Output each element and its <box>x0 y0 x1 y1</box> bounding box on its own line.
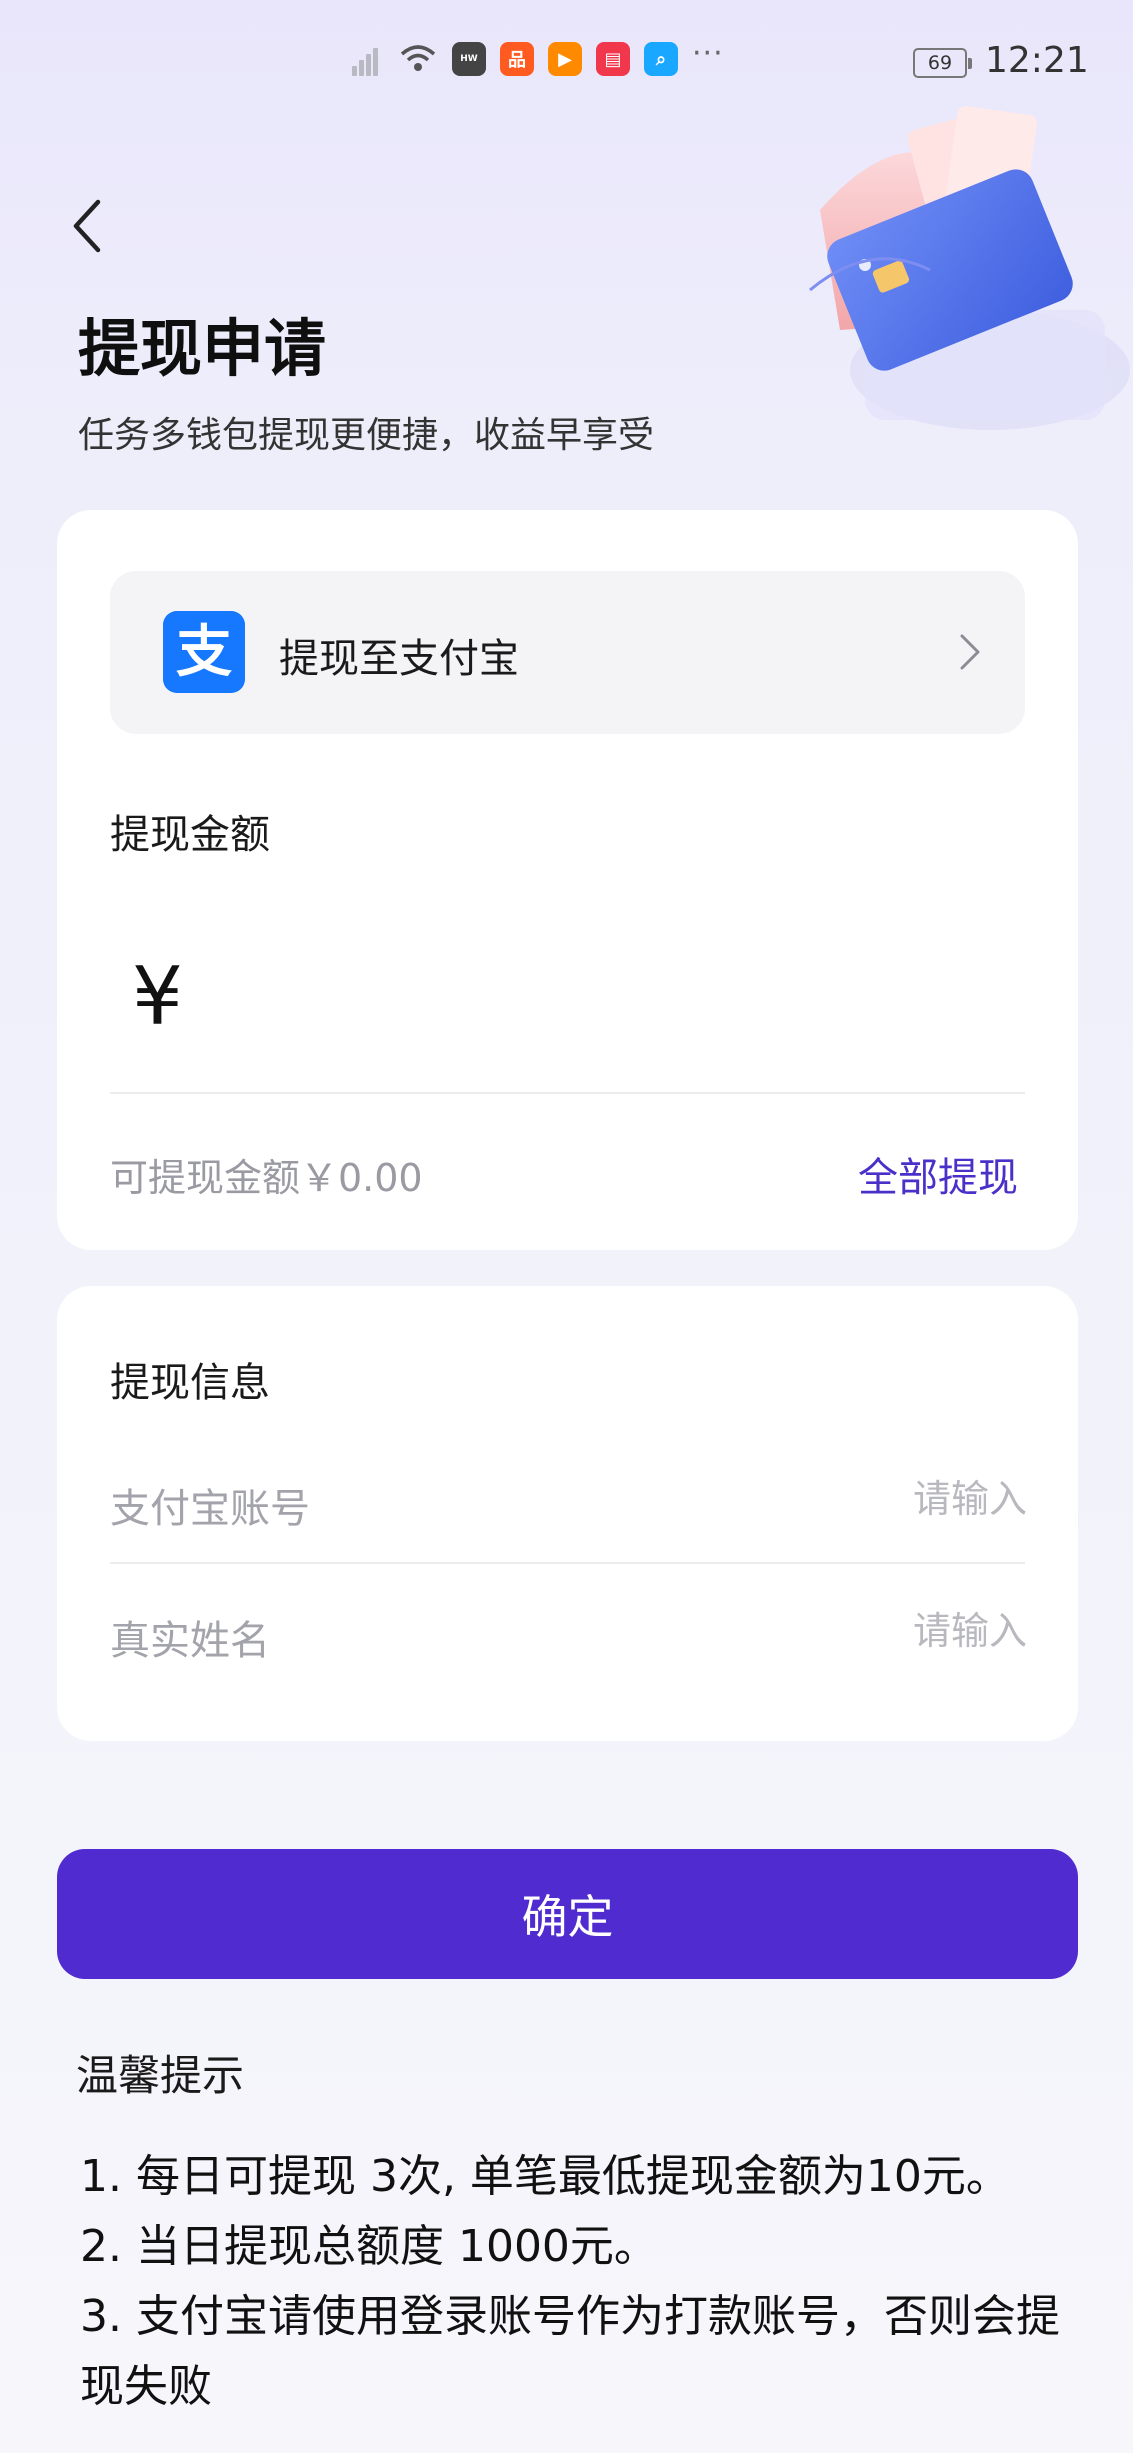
reader-app-icon: ▤ <box>596 42 630 76</box>
page-title: 提现申请 <box>78 312 327 385</box>
alipay-account-input[interactable] <box>620 1468 1029 1530</box>
confirm-button[interactable]: 确定 <box>57 1849 1078 1979</box>
info-section-title: 提现信息 <box>110 1360 270 1406</box>
divider <box>110 1562 1025 1564</box>
wallet-card-illustration <box>809 106 1130 430</box>
amount-label: 提现金额 <box>110 812 270 858</box>
page-subtitle: 任务多钱包提现更便捷，收益早享受 <box>78 415 655 456</box>
huawei-app-icon: HW <box>452 42 486 76</box>
video-app-icon: ▶ <box>548 42 582 76</box>
alipay-account-label: 支付宝账号 <box>110 1486 310 1532</box>
more-notifications-icon: ··· <box>692 35 724 71</box>
back-button[interactable] <box>68 196 112 256</box>
svg-text:支: 支 <box>176 620 232 685</box>
tip-item: 3. 支付宝请使用登录账号作为打款账号，否则会提现失败 <box>80 2291 1060 2412</box>
divider <box>110 1092 1025 1094</box>
tips-title: 温馨提示 <box>76 2051 245 2100</box>
available-balance: 可提现金额￥0.00 <box>110 1156 423 1200</box>
withdraw-all-link[interactable]: 全部提现 <box>858 1145 1018 1203</box>
tip-item: 2. 当日提现总额度 1000元。 <box>80 2221 658 2272</box>
cellular-signal-icon <box>350 42 384 76</box>
real-name-label: 真实姓名 <box>110 1618 270 1664</box>
withdraw-method-selector[interactable] <box>110 571 1025 734</box>
wifi-icon <box>400 45 436 71</box>
amount-input[interactable] <box>200 955 1024 1047</box>
tips-list: 1. 每日可提现 3次, 单笔最低提现金额为10元。 2. 当日提现总额度 10… <box>80 2142 1060 2422</box>
currency-symbol: ¥ <box>132 950 183 1043</box>
battery-icon: 69 <box>913 48 972 78</box>
alipay-icon: 支 <box>163 611 245 693</box>
withdraw-method-label: 提现至支付宝 <box>279 636 519 682</box>
shopping-app-icon: 品 <box>500 42 534 76</box>
chevron-left-icon <box>73 199 101 253</box>
tip-item: 1. 每日可提现 3次, 单笔最低提现金额为10元。 <box>80 2151 1010 2202</box>
real-name-input[interactable] <box>620 1600 1029 1662</box>
chevron-right-icon <box>960 634 980 670</box>
search-app-icon: ⌕ <box>644 42 678 76</box>
status-time: 12:21 <box>985 40 1089 81</box>
